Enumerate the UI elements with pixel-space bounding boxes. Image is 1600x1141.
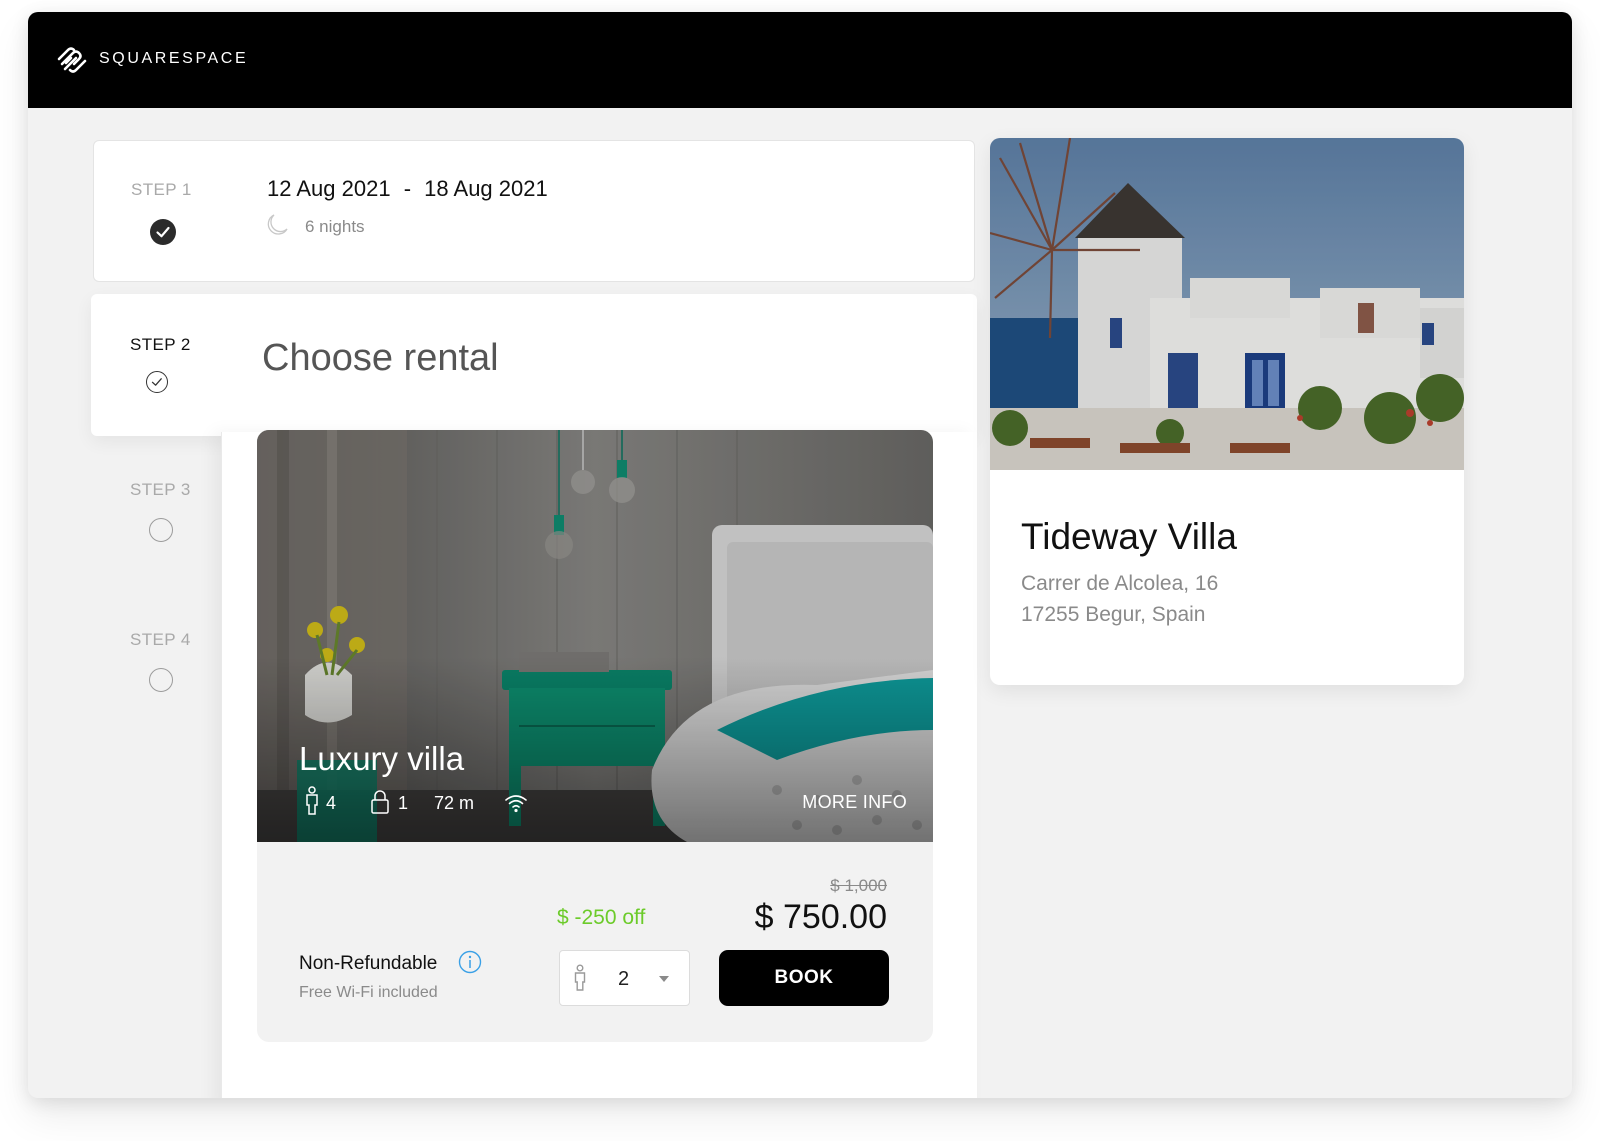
address-line1: Carrer de Alcolea, 16 (1021, 572, 1219, 595)
lock-icon (371, 790, 389, 814)
more-info-link[interactable]: MORE INFO (802, 792, 907, 813)
area-size: 72 m (434, 793, 475, 813)
app-window: SQUARESPACE STEP 1 12 Aug 2021 - 18 Aug … (28, 12, 1572, 1098)
step3-radio[interactable] (149, 518, 173, 542)
discount-badge: $ -250 off (557, 906, 646, 929)
brand-name[interactable]: SQUARESPACE (99, 50, 248, 68)
property-name: Tideway Villa (1021, 516, 1237, 557)
person-icon (574, 964, 586, 991)
rental-card: Luxury villa 4 1 72 m MORE INFO Non-Refu… (257, 430, 933, 1042)
dropdown-arrow-icon (659, 976, 669, 982)
rental-name: Luxury villa (299, 740, 465, 777)
top-bar: SQUARESPACE (28, 12, 1572, 108)
address-line2: 17255 Begur, Spain (1021, 603, 1206, 626)
wifi-icon (505, 795, 527, 813)
book-button[interactable]: BOOK (719, 950, 889, 1006)
villa-photo (990, 138, 1464, 470)
original-price: $ 1,000 (830, 876, 887, 895)
person-icon (306, 786, 318, 815)
check-in-date: 12 Aug 2021 (267, 176, 391, 201)
step4-radio[interactable] (149, 668, 173, 692)
guest-count-value: 2 (618, 968, 630, 990)
check-out-date: 18 Aug 2021 (424, 176, 548, 201)
final-price: $ 750.00 (754, 898, 887, 936)
step1-card[interactable]: STEP 1 (93, 140, 975, 282)
property-card: Tideway Villa Carrer de Alcolea, 16 1725… (990, 138, 1464, 685)
completed-check-icon (150, 219, 176, 245)
guest-count-select[interactable]: 2 (559, 950, 690, 1006)
date-range: 12 Aug 2021 - 18 Aug 2021 (267, 176, 548, 202)
date-separator: - (403, 176, 412, 201)
room-count: 1 (398, 793, 409, 813)
rental-photo (257, 430, 933, 842)
step2-card: STEP 2 (91, 294, 977, 436)
step4-label: STEP 4 (130, 630, 191, 649)
rate-policy: Non-Refundable (299, 953, 438, 974)
moon-icon (267, 214, 288, 235)
amenity-note: Free Wi-Fi included (299, 984, 438, 1001)
step2-label: STEP 2 (130, 335, 191, 354)
current-check-icon (146, 371, 168, 393)
step1-label: STEP 1 (131, 180, 192, 199)
page-title: Choose rental (262, 337, 499, 379)
info-icon[interactable] (458, 950, 482, 974)
nights-count: 6 nights (305, 217, 365, 236)
squarespace-logo-icon[interactable] (56, 46, 88, 74)
guest-capacity: 4 (326, 793, 337, 813)
step3-label: STEP 3 (130, 480, 191, 499)
